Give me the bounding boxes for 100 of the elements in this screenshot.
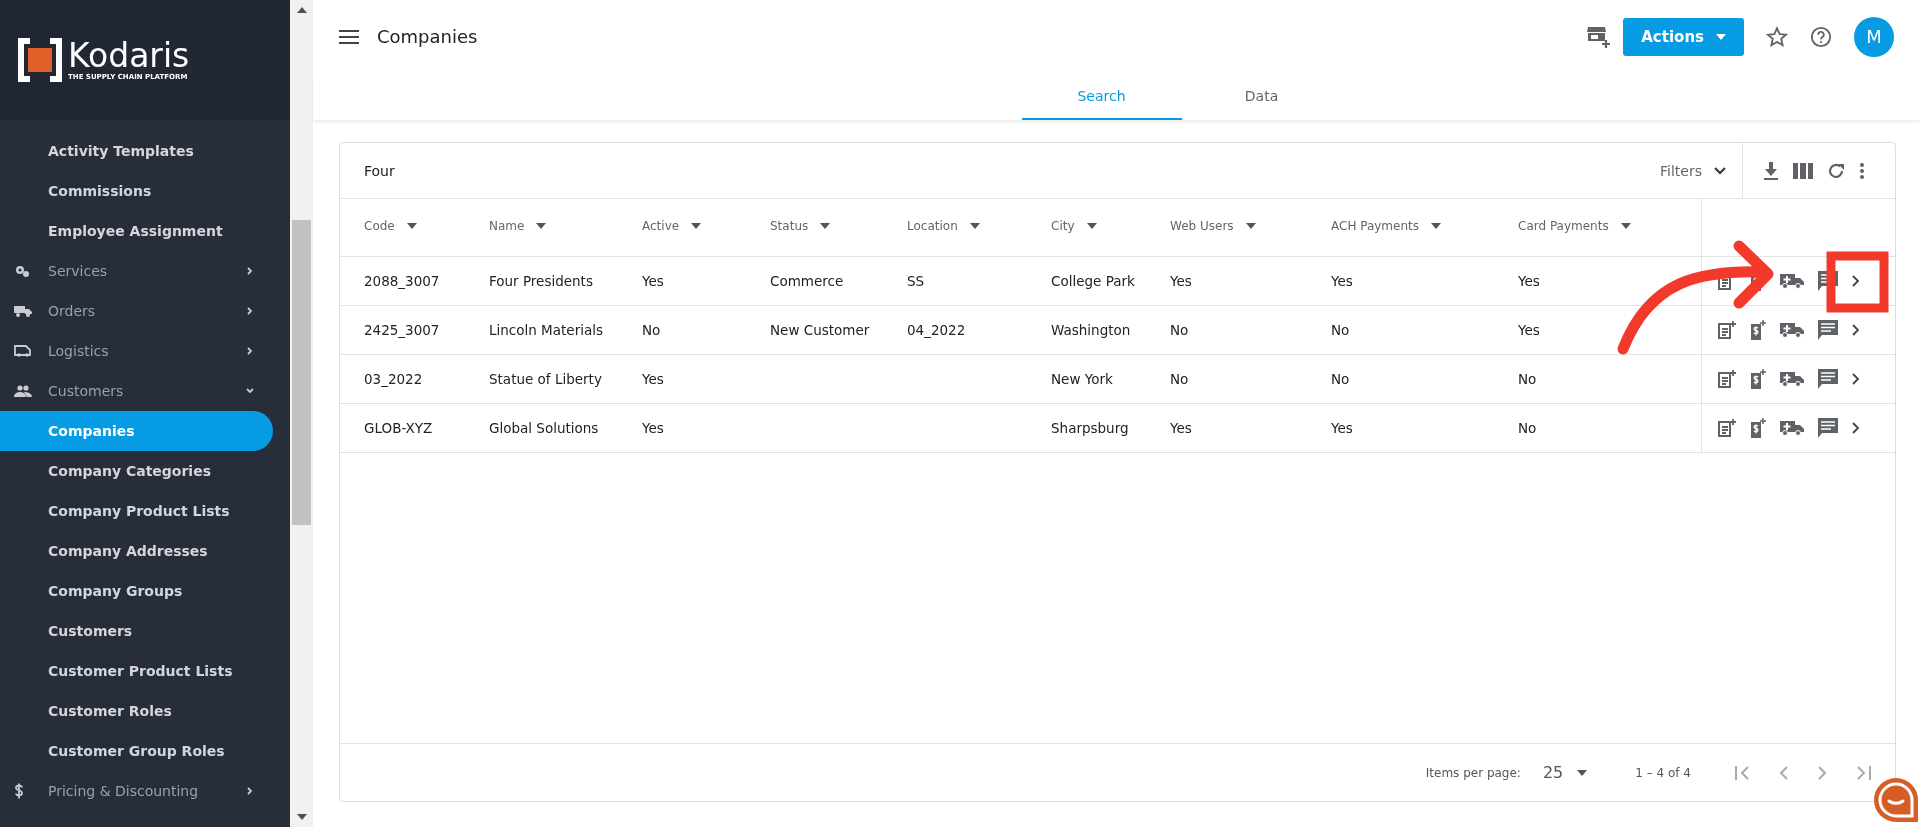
column-header[interactable]: Card Payments xyxy=(1518,218,1609,233)
columns-icon[interactable] xyxy=(1793,162,1813,179)
invoice-dollar-icon[interactable] xyxy=(1750,369,1766,389)
chevron-right-icon[interactable] xyxy=(1852,275,1860,287)
sidebar-item[interactable]: Services xyxy=(0,251,273,291)
logo-icon xyxy=(18,38,62,82)
table-cell: New York xyxy=(1051,371,1113,387)
sidebar-item[interactable]: Customers xyxy=(0,611,273,651)
menu-icon[interactable] xyxy=(339,29,359,44)
table-cell: Lincoln Materials xyxy=(489,322,603,338)
table-cell: SS xyxy=(907,273,925,289)
chat-bubble-icon[interactable] xyxy=(1873,777,1919,823)
page-size-select[interactable]: 25 xyxy=(1542,763,1588,782)
store-add-icon[interactable] xyxy=(1587,25,1612,48)
table-cell: No xyxy=(1518,371,1537,387)
chat-icon[interactable] xyxy=(1818,320,1838,340)
sidebar-item[interactable]: Customers xyxy=(0,371,273,411)
tab[interactable]: Search xyxy=(1021,73,1182,120)
chat-icon[interactable] xyxy=(1818,369,1838,389)
sort-caret-icon[interactable] xyxy=(1245,222,1256,229)
sort-caret-icon[interactable] xyxy=(406,222,417,229)
column-header[interactable]: Code xyxy=(364,218,395,233)
more-icon[interactable] xyxy=(1859,161,1865,180)
chevron-down-icon xyxy=(1714,166,1726,175)
page-range: 1 – 4 of 4 xyxy=(1635,765,1691,780)
column-header[interactable]: Name xyxy=(489,218,525,233)
sidebar-item[interactable]: Logistics xyxy=(0,331,273,371)
sort-caret-icon[interactable] xyxy=(1431,222,1441,229)
page-title: Companies xyxy=(377,26,478,47)
sidebar-item[interactable]: Commissions xyxy=(0,171,273,211)
table-cell: Yes xyxy=(1331,273,1353,289)
table-cell: 03_2022 xyxy=(364,371,423,387)
table-cell: Yes xyxy=(1331,420,1353,436)
column-header[interactable]: ACH Payments xyxy=(1331,218,1419,233)
sidebar-item[interactable]: Pricing & Discounting xyxy=(0,771,273,811)
help-icon[interactable] xyxy=(1810,25,1832,48)
invoice-dollar-icon[interactable] xyxy=(1750,418,1766,438)
table-cell: GLOB-XYZ xyxy=(364,420,433,436)
sort-caret-icon[interactable] xyxy=(969,222,980,229)
table-cell: No xyxy=(1170,371,1189,387)
sidebar-item[interactable]: Employee Assignment xyxy=(0,211,273,251)
dollar-icon xyxy=(14,783,24,799)
table-cell: New Customer xyxy=(770,322,870,338)
column-header[interactable]: City xyxy=(1051,218,1075,233)
column-header[interactable]: Active xyxy=(642,218,680,233)
table-cell: No xyxy=(642,322,661,338)
truck-plus-icon[interactable] xyxy=(1780,371,1804,387)
actions-button[interactable]: Actions xyxy=(1623,17,1744,56)
scroll-down-icon[interactable] xyxy=(295,813,308,821)
sidebar-item[interactable]: Company Product Lists xyxy=(0,491,273,531)
scroll-up-icon[interactable] xyxy=(295,6,308,14)
truck-plus-icon[interactable] xyxy=(1780,322,1804,338)
scrollbar-thumb[interactable] xyxy=(292,220,311,525)
sidebar-item[interactable]: Customer Group Roles xyxy=(0,731,273,771)
sidebar-item[interactable]: Company Addresses xyxy=(0,531,273,571)
sort-caret-icon[interactable] xyxy=(1086,222,1097,229)
tab[interactable]: Data xyxy=(1181,73,1342,120)
sidebar-item[interactable]: Customer Roles xyxy=(0,691,273,731)
chevron-right-icon[interactable] xyxy=(1852,373,1860,385)
table-cell: Yes xyxy=(1518,273,1540,289)
items-per-page-label: Items per page: xyxy=(1425,765,1521,780)
note-add-icon[interactable] xyxy=(1718,321,1736,339)
table-cell: Yes xyxy=(1518,322,1540,338)
sidebar-item[interactable]: Activity Templates xyxy=(0,131,273,171)
chat-icon[interactable] xyxy=(1818,271,1838,291)
table-cell: Sharpsburg xyxy=(1051,420,1129,436)
table-cell: Washington xyxy=(1051,322,1131,338)
star-icon[interactable] xyxy=(1766,25,1788,48)
download-icon[interactable] xyxy=(1763,161,1779,180)
column-header[interactable]: Web Users xyxy=(1170,218,1234,233)
sort-caret-icon[interactable] xyxy=(820,222,831,229)
sort-caret-icon[interactable] xyxy=(536,222,547,229)
sort-caret-icon[interactable] xyxy=(691,222,702,229)
user-avatar[interactable]: M xyxy=(1854,16,1894,57)
refresh-icon[interactable] xyxy=(1827,161,1845,180)
sidebar-item[interactable]: Orders xyxy=(0,291,273,331)
truck-plus-icon[interactable] xyxy=(1780,420,1804,436)
table-cell: No xyxy=(1518,420,1537,436)
table-cell: College Park xyxy=(1051,273,1135,289)
note-add-icon[interactable] xyxy=(1718,419,1736,437)
caret-icon xyxy=(1577,769,1588,776)
table-cell: Commerce xyxy=(770,273,844,289)
gears-icon xyxy=(14,264,30,278)
chevron-right-icon[interactable] xyxy=(1852,324,1860,336)
invoice-dollar-icon[interactable] xyxy=(1750,320,1766,340)
truck-icon xyxy=(14,305,32,317)
note-add-icon[interactable] xyxy=(1718,370,1736,388)
filters-button[interactable]: Filters xyxy=(1644,143,1743,198)
sidebar-item[interactable]: Companies xyxy=(0,411,273,451)
chat-icon[interactable] xyxy=(1818,418,1838,438)
table-cell: 04_2022 xyxy=(907,322,966,338)
sidebar-item[interactable]: Customer Product Lists xyxy=(0,651,273,691)
table-cell: Global Solutions xyxy=(489,420,599,436)
sidebar-item[interactable]: Company Groups xyxy=(0,571,273,611)
column-header[interactable]: Location xyxy=(907,218,958,233)
truck-plus-icon[interactable] xyxy=(1780,273,1804,289)
column-header[interactable]: Status xyxy=(770,218,809,233)
sidebar-item[interactable]: Company Categories xyxy=(0,451,273,491)
sort-caret-icon[interactable] xyxy=(1620,222,1631,229)
chevron-right-icon[interactable] xyxy=(1852,422,1860,434)
